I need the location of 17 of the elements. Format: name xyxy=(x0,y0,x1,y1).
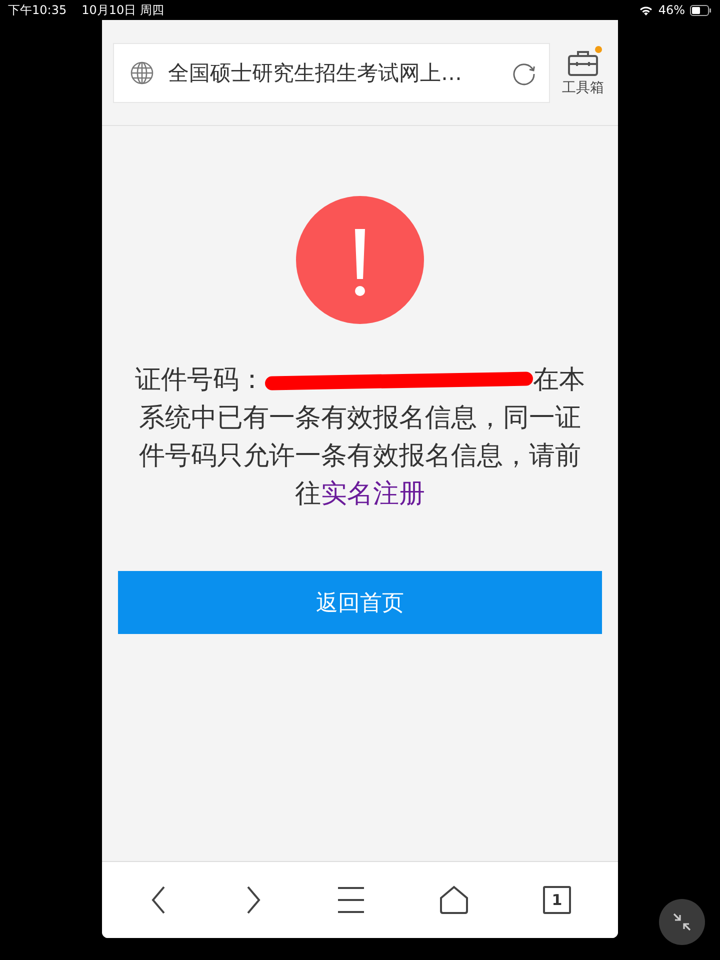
register-link[interactable]: 实名注册 xyxy=(321,479,425,509)
address-bar[interactable]: 全国硕士研究生招生考试网上… xyxy=(113,42,550,102)
menu-icon[interactable] xyxy=(337,886,365,914)
toolbox-button[interactable]: 工具箱 xyxy=(562,48,604,96)
status-time: 下午10:35 xyxy=(8,2,67,18)
battery-percent: 46% xyxy=(658,3,685,17)
error-message: 证件号码： 在本系统中已有一条有效报名信息，同一证件号码只允许一条有效报名信息，请前往实名注册 xyxy=(134,364,586,511)
shrink-button[interactable] xyxy=(659,899,705,945)
home-icon[interactable] xyxy=(439,885,469,915)
toolbox-icon xyxy=(567,48,599,76)
page-title: 全国硕士研究生招生考试网上… xyxy=(168,60,463,86)
globe-icon xyxy=(130,60,154,84)
status-date: 10月10日 周四 xyxy=(82,2,164,18)
battery-icon xyxy=(690,4,712,16)
wifi-icon xyxy=(639,4,654,16)
tab-count[interactable]: 1 xyxy=(543,886,571,914)
warning-icon xyxy=(295,195,425,325)
